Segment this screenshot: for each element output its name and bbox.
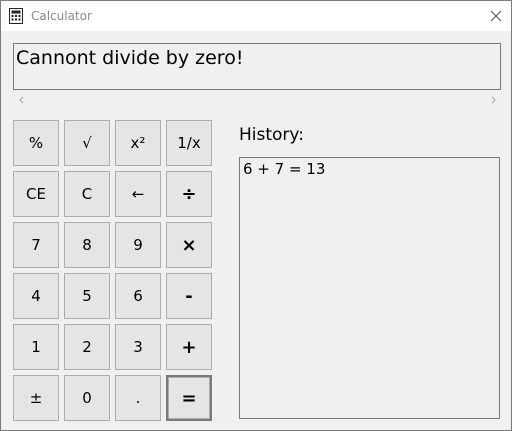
- digit-0-button[interactable]: 0: [64, 375, 110, 421]
- window-title: Calculator: [31, 9, 92, 23]
- scroll-right-button[interactable]: [484, 91, 501, 108]
- digit-1-button[interactable]: 1: [13, 324, 59, 370]
- chevron-left-icon: [18, 96, 23, 103]
- digit-4-button[interactable]: 4: [13, 273, 59, 319]
- digit-5-button[interactable]: 5: [64, 273, 110, 319]
- sqrt-button[interactable]: √: [64, 120, 110, 166]
- digit-6-button[interactable]: 6: [115, 273, 161, 319]
- decimal-button[interactable]: .: [115, 375, 161, 421]
- backspace-button[interactable]: ←: [115, 171, 161, 217]
- calculator-window: Calculator Cannont divide by zero! % √ x…: [0, 0, 512, 431]
- display-horizontal-scrollbar[interactable]: [13, 91, 501, 108]
- keypad: % √ x² 1/x CE C ← ÷ 7 8 9 × 4 5 6 - 1 2 …: [13, 120, 212, 421]
- chevron-right-icon: [491, 96, 496, 103]
- divide-button[interactable]: ÷: [166, 171, 212, 217]
- reciprocal-button[interactable]: 1/x: [166, 120, 212, 166]
- clear-button[interactable]: C: [64, 171, 110, 217]
- title-bar: Calculator: [1, 1, 511, 31]
- clear-entry-button[interactable]: CE: [13, 171, 59, 217]
- square-button[interactable]: x²: [115, 120, 161, 166]
- digit-9-button[interactable]: 9: [115, 222, 161, 268]
- history-list[interactable]: 6 + 7 = 13: [239, 157, 500, 419]
- scroll-left-button[interactable]: [13, 91, 30, 108]
- equals-button[interactable]: =: [166, 375, 212, 421]
- close-button[interactable]: [481, 1, 511, 31]
- calculator-icon: [9, 8, 23, 24]
- multiply-button[interactable]: ×: [166, 222, 212, 268]
- history-entry: 6 + 7 = 13: [243, 160, 326, 178]
- close-icon: [490, 10, 502, 22]
- percent-button[interactable]: %: [13, 120, 59, 166]
- digit-2-button[interactable]: 2: [64, 324, 110, 370]
- digit-3-button[interactable]: 3: [115, 324, 161, 370]
- digit-7-button[interactable]: 7: [13, 222, 59, 268]
- subtract-button[interactable]: -: [166, 273, 212, 319]
- negate-button[interactable]: ±: [13, 375, 59, 421]
- digit-8-button[interactable]: 8: [64, 222, 110, 268]
- history-label: History:: [239, 125, 304, 145]
- add-button[interactable]: +: [166, 324, 212, 370]
- result-display: Cannont divide by zero!: [13, 43, 501, 90]
